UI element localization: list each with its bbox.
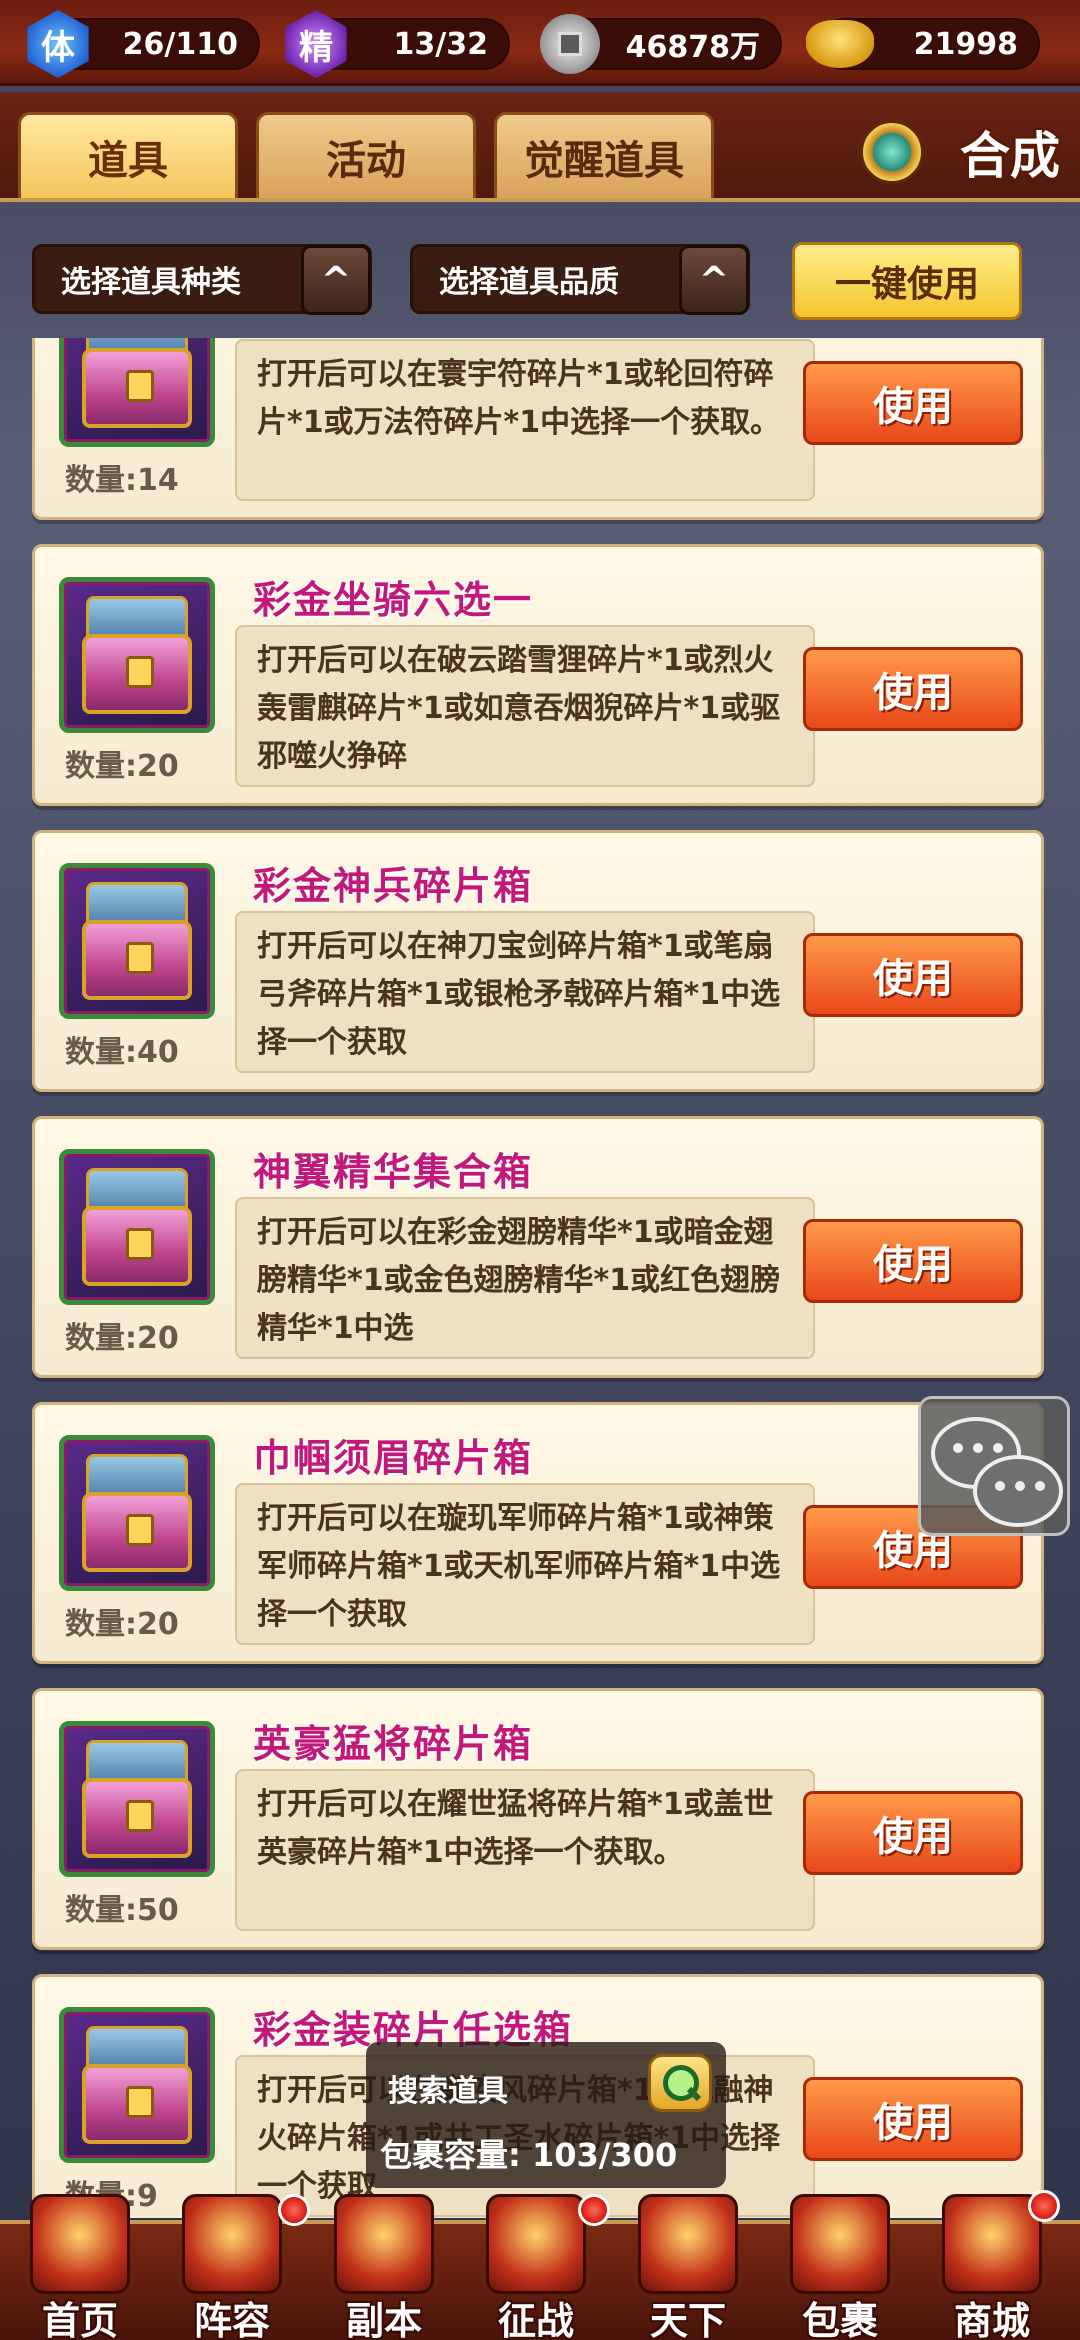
nav-label: 天下 — [649, 2299, 726, 2340]
synthesize-label: 合成 — [960, 127, 1060, 185]
treasure-chest-icon[interactable] — [59, 577, 215, 733]
item-count: 数量:20 — [65, 1607, 179, 1642]
tab-activity[interactable]: 活动 — [256, 112, 476, 198]
list-item: 数量:20 彩金坐骑六选一 打开后可以在破云踏雪狸碎片*1或烈火轰雷麒碎片*1或… — [32, 544, 1044, 806]
list-item: 数量:20 神翼精华集合箱 打开后可以在彩金翅膀精华*1或暗金翅膀精华*1或金色… — [32, 1116, 1044, 1378]
use-button[interactable]: 使用 — [803, 1219, 1023, 1303]
nav-label: 副本 — [345, 2299, 422, 2340]
nav-label: 商城 — [953, 2299, 1030, 2340]
item-description: 打开后可以在破云踏雪狸碎片*1或烈火轰雷麒碎片*1或如意吞烟猊碎片*1或驱邪噬火… — [235, 625, 815, 787]
item-count: 数量:40 — [65, 1035, 179, 1070]
dungeon-icon — [334, 2194, 434, 2294]
item-count: 数量:50 — [65, 1893, 179, 1928]
item-description: 打开后可以在耀世猛将碎片箱*1或盖世英豪碎片箱*1中选择一个获取。 — [235, 1769, 815, 1931]
item-name: 神翼精华集合箱 — [253, 1150, 534, 1194]
item-description: 打开后可以在神刀宝剑碎片箱*1或笔扇弓斧碎片箱*1或银枪矛戟碎片箱*1中选择一个… — [235, 911, 815, 1073]
use-button[interactable]: 使用 — [803, 933, 1023, 1017]
list-item: 数量:40 彩金神兵碎片箱 打开后可以在神刀宝剑碎片箱*1或笔扇弓斧碎片箱*1或… — [32, 830, 1044, 1092]
item-description: 打开后可以在寰宇符碎片*1或轮回符碎片*1或万法符碎片*1中选择一个获取。 — [235, 339, 815, 501]
bag-capacity: 包裹容量: 103/300 — [380, 2136, 678, 2174]
gift-box-icon[interactable] — [59, 1149, 215, 1305]
treasure-chest-icon[interactable] — [59, 863, 215, 1019]
ingot-value: 21998 — [913, 26, 1018, 62]
compass-icon — [860, 120, 924, 184]
search-items-label[interactable]: 搜索道具 — [388, 2066, 508, 2110]
item-name: 彩金神兵碎片箱 — [253, 864, 534, 908]
tab-items[interactable]: 道具 — [18, 112, 238, 198]
item-description: 打开后可以在彩金翅膀精华*1或暗金翅膀精华*1或金色翅膀精华*1或红色翅膀精华*… — [235, 1197, 815, 1359]
item-description: 打开后可以在璇玑军师碎片箱*1或神策军师碎片箱*1或天机军师碎片箱*1中选择一个… — [235, 1483, 815, 1645]
target-icon — [486, 2194, 586, 2294]
item-type-filter-label: 选择道具种类 — [61, 265, 241, 300]
nav-label: 阵容 — [193, 2299, 270, 2340]
item-type-filter[interactable]: 选择道具种类 ^ — [32, 244, 372, 315]
chevron-up-icon[interactable]: ^ — [679, 245, 749, 315]
notification-dot — [1028, 2190, 1060, 2222]
stamina-value: 26/110 — [122, 26, 238, 62]
treasure-chest-icon[interactable] — [59, 338, 215, 447]
use-button[interactable]: 使用 — [803, 2077, 1023, 2161]
item-name: 彩金坐骑六选一 — [253, 578, 534, 622]
use-button[interactable]: 使用 — [803, 647, 1023, 731]
nav-lineup[interactable]: 阵容 — [162, 2194, 310, 2340]
nav-campaign[interactable]: 征战 — [466, 2194, 610, 2340]
list-item: 数量:14 打开后可以在寰宇符碎片*1或轮回符碎片*1或万法符碎片*1中选择一个… — [32, 338, 1044, 520]
synthesize-button[interactable]: 合成 — [860, 112, 1060, 192]
nav-dungeon[interactable]: 副本 — [314, 2194, 454, 2340]
list-item: 数量:20 巾帼须眉碎片箱 打开后可以在璇玑军师碎片箱*1或神策军师碎片箱*1或… — [32, 1402, 1044, 1664]
nav-label: 首页 — [41, 2299, 118, 2340]
item-quality-filter-label: 选择道具品质 — [439, 265, 619, 300]
lineup-icon — [182, 2194, 282, 2294]
status-bar: 26/110 体 13/32 精 46878万 21998 — [0, 0, 1080, 86]
notification-dot — [278, 2194, 310, 2226]
notification-dot — [578, 2194, 610, 2226]
nav-shop[interactable]: 商城 — [922, 2190, 1062, 2340]
bottom-nav: 首页 阵容 副本 征战 天下 包裹 商城 — [0, 2190, 1080, 2340]
nav-label: 征战 — [497, 2299, 574, 2340]
bag-panel: 搜索道具 包裹容量: 103/300 — [366, 2042, 726, 2188]
item-count: 数量:20 — [65, 1321, 179, 1356]
treasure-chest-icon[interactable] — [59, 1435, 215, 1591]
nav-world[interactable]: 天下 — [618, 2194, 758, 2340]
treasure-chest-icon[interactable] — [59, 2007, 215, 2163]
nav-home[interactable]: 首页 — [10, 2194, 150, 2340]
item-list[interactable]: 数量:14 打开后可以在寰宇符碎片*1或轮回符碎片*1或万法符碎片*1中选择一个… — [0, 338, 1080, 2218]
ingot-icon — [806, 20, 874, 68]
coin-icon — [540, 14, 600, 74]
list-item: 数量:50 英豪猛将碎片箱 打开后可以在耀世猛将碎片箱*1或盖世英豪碎片箱*1中… — [32, 1688, 1044, 1950]
bag-icon — [790, 2194, 890, 2294]
spirit-value: 13/32 — [393, 26, 488, 62]
nav-label: 包裹 — [801, 2299, 878, 2340]
item-quality-filter[interactable]: 选择道具品质 ^ — [410, 244, 750, 315]
treasure-chest-icon[interactable] — [59, 1721, 215, 1877]
chat-bubble-icon — [973, 1455, 1063, 1527]
shop-icon — [942, 2194, 1042, 2294]
nav-bag[interactable]: 包裹 — [770, 2194, 910, 2340]
item-count: 数量:20 — [65, 749, 179, 784]
item-count: 数量:14 — [65, 463, 179, 498]
coin-value: 46878万 — [625, 30, 760, 65]
use-all-button[interactable]: 一键使用 — [792, 242, 1022, 320]
home-icon — [30, 2194, 130, 2294]
chat-button[interactable] — [918, 1396, 1070, 1536]
chevron-up-icon[interactable]: ^ — [301, 245, 371, 315]
search-icon[interactable] — [648, 2054, 712, 2112]
use-button[interactable]: 使用 — [803, 361, 1023, 445]
scroll-icon — [638, 2194, 738, 2294]
tab-awaken-items[interactable]: 觉醒道具 — [494, 112, 714, 198]
use-button[interactable]: 使用 — [803, 1791, 1023, 1875]
item-name: 巾帼须眉碎片箱 — [253, 1436, 534, 1480]
item-name: 英豪猛将碎片箱 — [253, 1722, 534, 1766]
